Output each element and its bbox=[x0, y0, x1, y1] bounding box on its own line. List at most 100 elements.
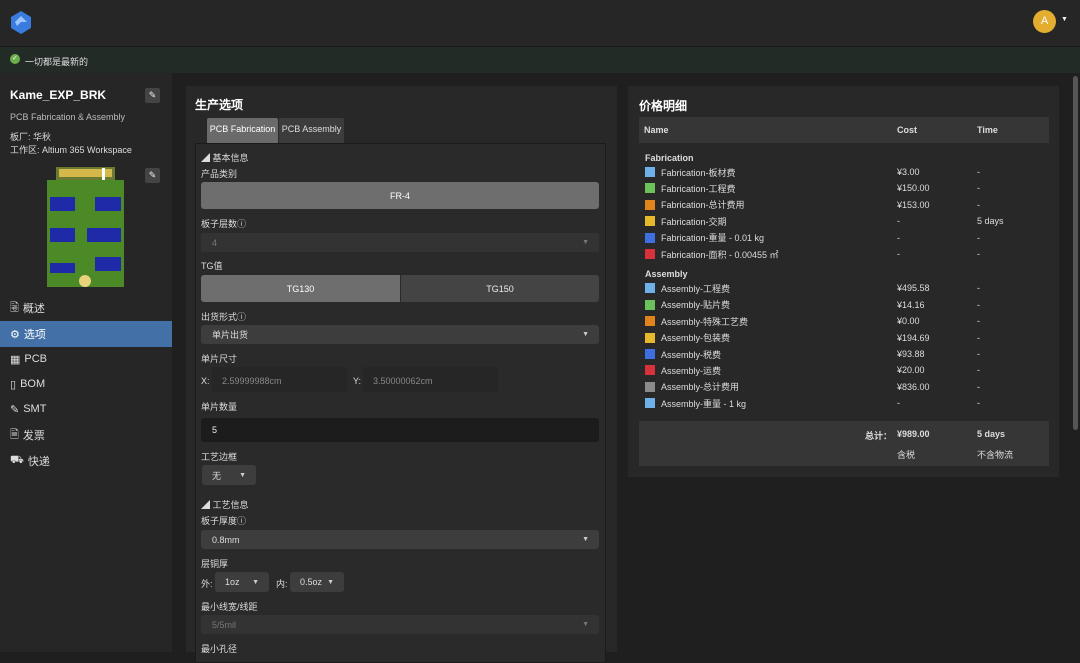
qty-label: 单片数量 bbox=[201, 402, 238, 412]
col-cost: Cost bbox=[897, 125, 917, 135]
thickness-select[interactable]: 0.8mm ▼ bbox=[201, 530, 599, 549]
item-name: Assembly-运费 bbox=[661, 365, 722, 376]
item-time: - bbox=[977, 232, 980, 243]
sidebar-item-bom[interactable]: ▯ BOM bbox=[0, 371, 172, 397]
item-name: Fabrication-板材费 bbox=[661, 167, 736, 178]
tab-pcb-fabrication[interactable]: PCB Fabrication bbox=[207, 118, 278, 143]
chevron-down-icon: ▼ bbox=[252, 578, 259, 586]
price-row: Fabrication-板材费 ¥3.00 - bbox=[645, 164, 1045, 180]
outer-copper-select[interactable]: 1oz ▼ bbox=[215, 572, 269, 592]
price-row: Assembly-运费 ¥20.00 - bbox=[645, 362, 1045, 378]
price-row: Fabrication-重量 - 0.01 kg - - bbox=[645, 230, 1045, 246]
product-label: 产品类别 bbox=[201, 169, 238, 179]
item-cost: ¥14.16 bbox=[897, 299, 925, 310]
item-time: - bbox=[977, 398, 980, 409]
col-time: Time bbox=[977, 125, 998, 135]
price-row: Fabrication-交期 - 5 days bbox=[645, 213, 1045, 229]
inner-copper-select[interactable]: 0.5oz ▼ bbox=[290, 572, 344, 592]
project-subtitle: PCB Fabrication & Assembly bbox=[10, 112, 126, 122]
avatar[interactable]: A bbox=[1033, 10, 1056, 33]
fab-label: 板厂: 华秋 bbox=[10, 132, 52, 142]
item-name: Fabrication-重量 - 0.01 kg bbox=[661, 233, 765, 244]
sidebar-item-overview[interactable]: 🗟 概述 bbox=[0, 295, 172, 321]
top-bar: A ▼ bbox=[0, 0, 1080, 47]
tg-label: TG值 bbox=[201, 261, 223, 271]
thickness-value: 0.8mm bbox=[212, 534, 240, 545]
size-x-input[interactable]: 2.59999988cm bbox=[212, 367, 347, 392]
trace-select[interactable]: 5/5mil ▼ bbox=[201, 615, 599, 634]
price-total: 总计： ¥989.00 5 days 含税 不含物流 bbox=[639, 421, 1049, 466]
nav-label: PCB bbox=[24, 353, 48, 365]
item-cost: ¥194.69 bbox=[897, 332, 930, 343]
item-name: Assembly-贴片费 bbox=[661, 300, 731, 311]
legend-swatch bbox=[645, 316, 655, 327]
inner-value: 0.5oz bbox=[300, 577, 323, 587]
legend-swatch bbox=[645, 232, 655, 243]
item-cost: ¥20.00 bbox=[897, 365, 925, 376]
price-row: Assembly-包装费 ¥194.69 - bbox=[645, 330, 1045, 346]
pcb-icon: ▦ bbox=[10, 353, 21, 366]
legend-swatch bbox=[645, 332, 655, 343]
legend-swatch bbox=[645, 381, 655, 392]
size-y-input[interactable]: 3.50000062cm bbox=[363, 367, 498, 392]
item-time: - bbox=[977, 381, 980, 392]
edit-image-button[interactable]: ✎ bbox=[145, 168, 160, 183]
sidebar-item-pcb[interactable]: ▦ PCB bbox=[0, 346, 172, 372]
item-time: - bbox=[977, 167, 980, 177]
edit-name-button[interactable]: ✎ bbox=[145, 88, 160, 103]
price-row: Fabrication-总计费用 ¥153.00 - bbox=[645, 197, 1045, 213]
scrollbar[interactable] bbox=[1073, 76, 1078, 430]
item-name: Fabrication-总计费用 bbox=[661, 200, 745, 211]
product-fr4-button[interactable]: FR-4 bbox=[201, 182, 599, 209]
tg130-button[interactable]: TG130 bbox=[201, 275, 400, 302]
y-label: Y: bbox=[353, 376, 362, 386]
item-time: - bbox=[977, 332, 980, 343]
section-process-info[interactable]: ◢ 工艺信息 bbox=[201, 498, 249, 511]
qty-input[interactable]: 5 bbox=[201, 418, 599, 442]
item-name: Assembly-税费 bbox=[661, 349, 722, 360]
total-time: 5 days bbox=[977, 429, 1006, 439]
sidebar: Kame_EXP_BRK ✎ PCB Fabrication & Assembl… bbox=[0, 73, 172, 652]
truck-icon: ⛟ bbox=[10, 454, 24, 466]
status-text: 一切都是最新的 bbox=[25, 57, 89, 67]
item-time: - bbox=[977, 249, 980, 259]
price-row: Assembly-税费 ¥93.88 - bbox=[645, 346, 1045, 362]
layers-select[interactable]: 4 ▼ bbox=[201, 233, 599, 252]
legend-swatch bbox=[645, 249, 655, 259]
item-cost: ¥495.58 bbox=[897, 283, 930, 294]
price-row: Fabrication-面积 - 0.00455 ㎡ - - bbox=[645, 246, 1045, 262]
chip-icon: ▯ bbox=[10, 378, 17, 391]
tg150-button[interactable]: TG150 bbox=[401, 275, 599, 302]
section-basic-info[interactable]: ◢ 基本信息 bbox=[201, 151, 249, 164]
ship-select[interactable]: 单片出货 ▼ bbox=[201, 325, 599, 344]
tab-pcb-assembly[interactable]: PCB Assembly bbox=[279, 118, 344, 143]
chevron-down-icon: ▼ bbox=[582, 536, 589, 543]
item-time: - bbox=[977, 316, 980, 327]
check-icon: ✓ bbox=[10, 54, 20, 64]
account-dropdown-icon[interactable]: ▼ bbox=[1061, 16, 1068, 23]
sidebar-item-invoice[interactable]: 🗎 发票 bbox=[0, 422, 172, 448]
price-row: Assembly-总计费用 ¥836.00 - bbox=[645, 379, 1045, 395]
sidebar-item-shipping[interactable]: ⛟ 快递 bbox=[0, 448, 172, 474]
overview-icon: 🗟 bbox=[10, 301, 19, 314]
hole-label: 最小孔径 bbox=[201, 644, 238, 654]
item-cost: - bbox=[897, 232, 900, 243]
item-time: - bbox=[977, 199, 980, 210]
brush-icon: ✎ bbox=[10, 403, 20, 416]
invoice-icon: 🗎 bbox=[10, 428, 19, 441]
chevron-down-icon: ▼ bbox=[239, 471, 246, 479]
copper-label: 层铜厚 bbox=[201, 559, 229, 569]
chevron-down-icon: ▼ bbox=[582, 331, 589, 338]
sidebar-item-options[interactable]: ⚙ 选项 bbox=[0, 321, 172, 347]
layers-label: 板子层数ⓘ bbox=[201, 219, 247, 229]
outer-value: 1oz bbox=[225, 577, 240, 587]
legend-swatch bbox=[645, 299, 655, 310]
sidebar-item-smt[interactable]: ✎ SMT bbox=[0, 396, 172, 422]
item-name: Fabrication-工程费 bbox=[661, 183, 736, 194]
total-label: 总计： bbox=[865, 431, 893, 441]
options-title: 生产选项 bbox=[195, 98, 244, 112]
frame-select[interactable]: 无 ▼ bbox=[202, 465, 256, 485]
legend-swatch bbox=[645, 199, 655, 210]
app-logo-icon[interactable] bbox=[10, 10, 32, 35]
item-cost: ¥93.88 bbox=[897, 349, 925, 359]
